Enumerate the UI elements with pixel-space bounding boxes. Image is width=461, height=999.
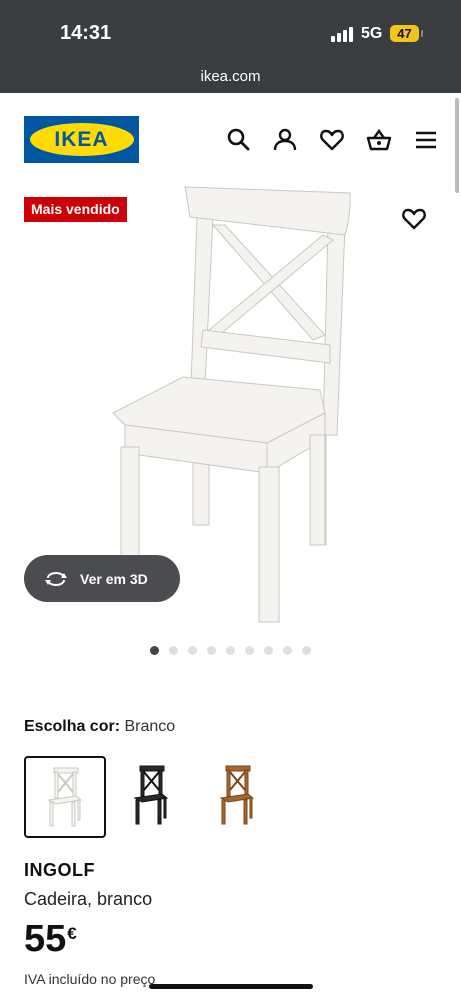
- product-price: 55€: [24, 918, 77, 961]
- rotate-3d-icon: [45, 571, 67, 586]
- color-selection-label: Escolha cor: Branco: [24, 718, 175, 736]
- carousel-dot[interactable]: [226, 646, 235, 655]
- product-image-carousel[interactable]: Mais vendido Ver em 3D: [0, 185, 461, 635]
- carousel-dot[interactable]: [283, 646, 292, 655]
- favourites-icon[interactable]: [319, 127, 345, 153]
- search-icon[interactable]: [226, 127, 252, 153]
- battery-icon: 47: [390, 25, 423, 42]
- swatch-branco[interactable]: [24, 756, 106, 838]
- carousel-dot[interactable]: [245, 646, 254, 655]
- carousel-dot[interactable]: [169, 646, 178, 655]
- price-currency: €: [67, 924, 77, 943]
- chair-white-icon: [47, 767, 83, 827]
- view-3d-label: Ver em 3D: [80, 570, 148, 587]
- view-3d-button[interactable]: Ver em 3D: [24, 555, 180, 602]
- color-label: Escolha cor:: [24, 718, 121, 735]
- add-to-favourites-icon[interactable]: [401, 206, 427, 232]
- menu-icon[interactable]: [413, 127, 439, 153]
- color-value: Branco: [124, 718, 176, 735]
- network-label: 5G: [361, 25, 383, 42]
- basket-icon[interactable]: [366, 127, 392, 153]
- price-value: 55: [24, 918, 67, 960]
- carousel-dot[interactable]: [207, 646, 216, 655]
- carousel-dot[interactable]: [150, 646, 159, 655]
- logo-text: IKEA: [54, 127, 109, 151]
- address-bar[interactable]: ikea.com: [0, 60, 461, 93]
- logo-oval: IKEA: [29, 123, 134, 156]
- home-indicator[interactable]: [149, 984, 313, 989]
- tax-note: IVA incluído no preço: [24, 971, 156, 987]
- swatch-preto[interactable]: [112, 756, 192, 836]
- carousel-dot[interactable]: [264, 646, 273, 655]
- chair-brown-icon: [219, 765, 255, 825]
- carousel-dot[interactable]: [188, 646, 197, 655]
- status-bar: 14:31 5G 47: [0, 0, 461, 60]
- account-icon[interactable]: [272, 127, 298, 153]
- chair-black-icon: [133, 765, 169, 825]
- signal-icon: [331, 27, 355, 42]
- scrollbar[interactable]: [455, 98, 459, 193]
- product-name: INGOLF: [24, 860, 95, 880]
- ikea-logo[interactable]: IKEA: [24, 116, 139, 163]
- product-description: Cadeira, branco: [24, 889, 153, 909]
- site-header: IKEA: [0, 93, 461, 185]
- carousel-dot[interactable]: [302, 646, 311, 655]
- status-time: 14:31: [60, 22, 112, 44]
- swatch-castanho[interactable]: [198, 756, 278, 836]
